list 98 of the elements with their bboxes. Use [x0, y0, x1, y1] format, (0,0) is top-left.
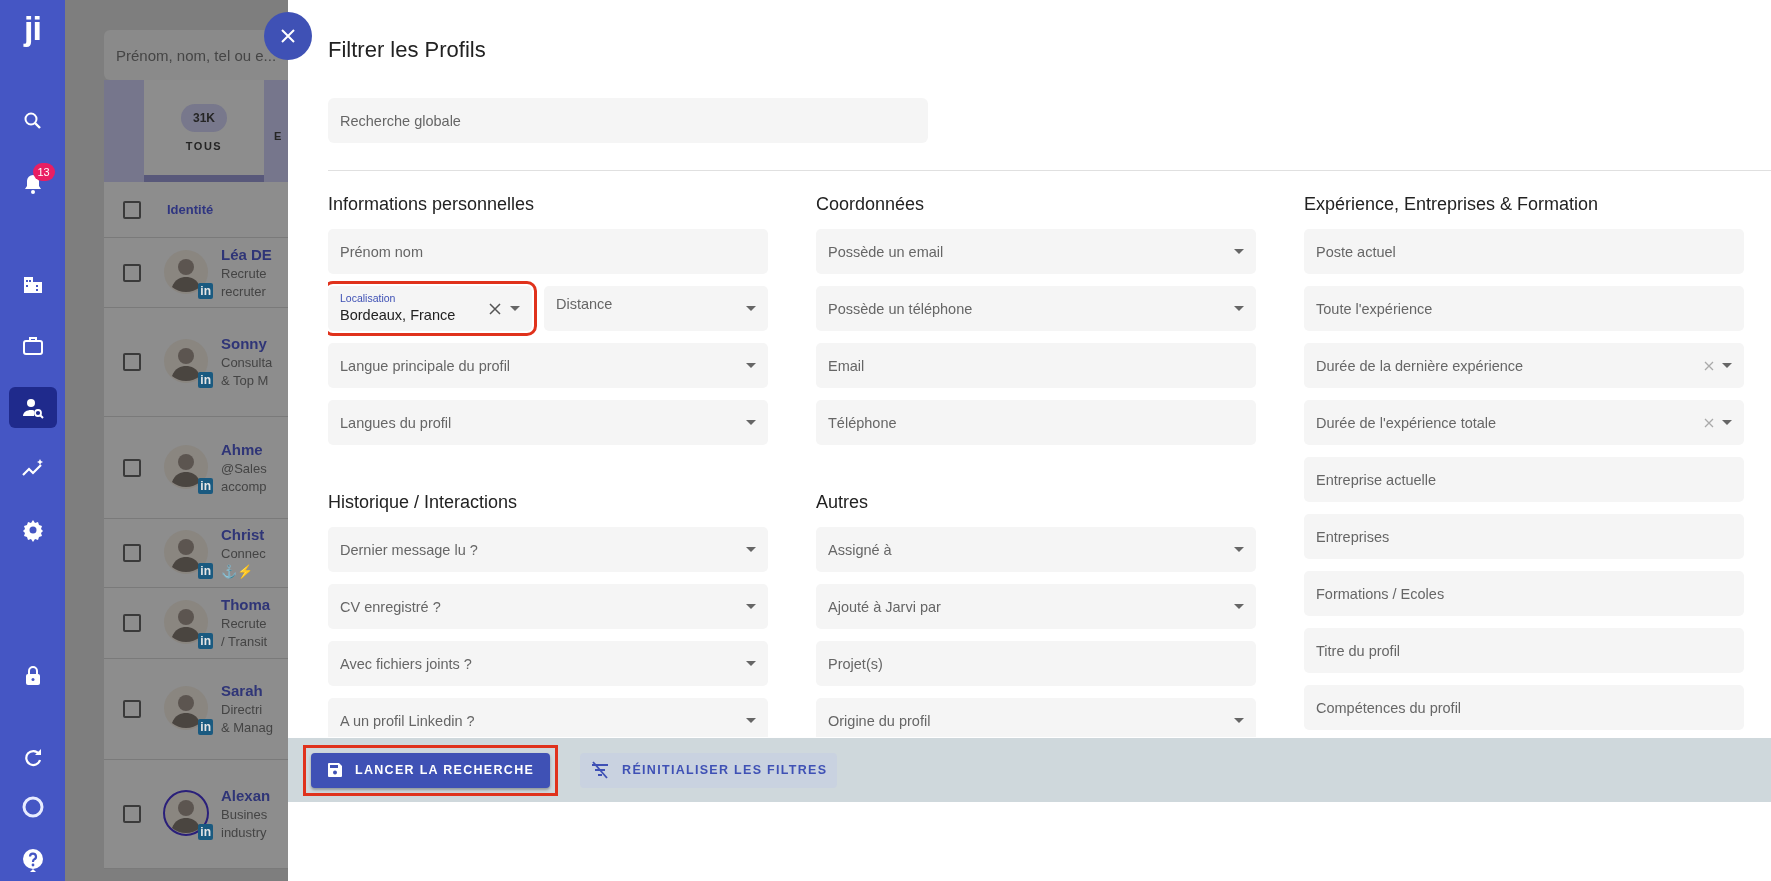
caret-icon [746, 546, 756, 553]
profile-headline: & Top M [221, 372, 270, 390]
dropdown-field[interactable]: Ajouté à Jarvi par [816, 584, 1256, 629]
profile-headline: Recrute [221, 615, 268, 633]
dropdown-field[interactable]: Assigné à [816, 527, 1256, 572]
caret-icon [746, 660, 756, 667]
linkedin-badge: in [198, 372, 213, 388]
dropdown-field[interactable]: Langues du profil [328, 400, 768, 445]
profile-headline: ⚓⚡ [221, 563, 254, 581]
caret-icon [746, 717, 756, 724]
input-field[interactable]: Titre du profil [1304, 628, 1744, 673]
profile-name[interactable]: Léa DE [221, 244, 272, 265]
caret-icon [1722, 362, 1732, 369]
caret-icon [1234, 717, 1244, 724]
input-field[interactable]: Formations / Ecoles [1304, 571, 1744, 616]
linkedin-badge: in [198, 563, 213, 579]
profile-name[interactable]: Alexan [221, 786, 271, 806]
caret-icon [510, 305, 520, 312]
save-icon [327, 762, 343, 778]
dropdown-field[interactable]: Origine du profil [816, 698, 1256, 737]
clear-icon[interactable] [488, 301, 502, 316]
close-icon [280, 28, 296, 44]
input-field[interactable]: Entreprises [1304, 514, 1744, 559]
dropdown-field[interactable]: Langue principale du profil [328, 343, 768, 388]
section-heading: Coordonnées [816, 193, 926, 216]
column-header[interactable]: Identité [167, 202, 214, 217]
dropdown-field[interactable]: Avec fichiers joints ? [328, 641, 768, 686]
caret-icon [1234, 305, 1244, 312]
dropdown-field[interactable]: Dernier message lu ? [328, 527, 768, 572]
nav-item[interactable] [8, 387, 57, 429]
search-field[interactable]: Recherche globale [328, 98, 928, 143]
profile-name[interactable]: Christ [221, 525, 266, 545]
profile-headline: & Manag [221, 719, 274, 737]
reset-button[interactable]: RÉINITIALISER LES FILTRES [580, 752, 838, 788]
checkbox[interactable] [123, 544, 141, 562]
linkedin-badge: in [198, 824, 213, 840]
help-icon [20, 848, 45, 873]
linkedin-badge: in [198, 719, 213, 735]
checkbox[interactable] [123, 614, 141, 632]
dropdown-field[interactable]: Distance [544, 286, 768, 331]
caret-icon [1722, 419, 1732, 426]
caret-icon [746, 603, 756, 610]
checkbox[interactable] [123, 458, 141, 477]
profile-headline: / Transit [221, 633, 269, 651]
input-field[interactable]: Téléphone [816, 400, 1256, 445]
profile-headline: Connec [221, 545, 266, 563]
input-field[interactable]: Poste actuel [1304, 229, 1744, 274]
input-field[interactable]: Projet(s) [816, 641, 1256, 686]
panel-title: Filtrer les Profils [328, 36, 487, 64]
profile-headline: Directri [221, 701, 264, 719]
input-field[interactable]: Entreprise actuelle [1304, 457, 1744, 502]
profile-headline: industry [221, 824, 268, 842]
checkbox[interactable] [123, 263, 141, 282]
section-heading: Historique / Interactions [328, 491, 519, 514]
profile-name[interactable]: Ahme [221, 439, 267, 460]
profile-name[interactable]: Thoma [221, 595, 271, 615]
section-heading: Autres [816, 491, 870, 514]
caret-icon [746, 362, 756, 369]
dropdown-field[interactable]: Durée de la dernière expérience [1304, 343, 1744, 388]
dropdown-field[interactable]: Possède un email [816, 229, 1256, 274]
profile-name[interactable]: Sonny [221, 334, 273, 354]
ring-icon [20, 795, 45, 819]
search-button[interactable]: LANCER LA RECHERCHE [311, 752, 551, 788]
dropdown-field[interactable]: Possède un téléphone [816, 286, 1256, 331]
caret-icon [1234, 603, 1244, 610]
profile-headline: @Sales [221, 459, 267, 478]
dropdown-field[interactable]: A un profil Linkedin ? [328, 698, 768, 737]
profile-headline: Busines [221, 806, 269, 824]
caret-icon [746, 305, 756, 312]
caret-icon [1234, 248, 1244, 255]
checkbox[interactable] [123, 805, 141, 823]
search-field[interactable]: Prénom, nom, tel ou e... [104, 30, 288, 80]
linkedin-badge: in [198, 633, 213, 649]
nav-item[interactable]: 13 [8, 163, 57, 205]
filter-off-icon [590, 761, 611, 779]
logo[interactable]: ji [24, 8, 41, 48]
profile-headline: Consulta [221, 354, 273, 372]
profile-headline: Recrute [221, 264, 268, 283]
caret-icon [1234, 546, 1244, 553]
input-field[interactable]: Toute l'expérience [1304, 286, 1744, 331]
dropdown-field[interactable]: CV enregistré ? [328, 584, 768, 629]
profile-name[interactable]: Sarah [221, 681, 274, 701]
checkbox[interactable] [123, 353, 141, 371]
profile-headline: accomp [221, 477, 267, 496]
linkedin-badge: in [198, 477, 213, 494]
checkbox[interactable] [123, 700, 141, 718]
profile-headline: recruter [221, 282, 267, 301]
input-field[interactable]: Email [816, 343, 1256, 388]
input-field[interactable]: Prénom nom [328, 229, 768, 274]
input-field[interactable]: Compétences du profil [1304, 685, 1744, 730]
section-heading: Informations personnelles [328, 193, 536, 216]
tab[interactable]: 31K TOUS [144, 80, 264, 182]
linkedin-badge: in [198, 282, 213, 299]
dropdown-field[interactable]: Durée de l'expérience totale [1304, 400, 1744, 445]
caret-icon [746, 419, 756, 426]
section-heading: Expérience, Entreprises & Formation [1304, 193, 1600, 216]
notification-badge: 13 [32, 163, 55, 182]
checkbox[interactable] [123, 200, 141, 219]
